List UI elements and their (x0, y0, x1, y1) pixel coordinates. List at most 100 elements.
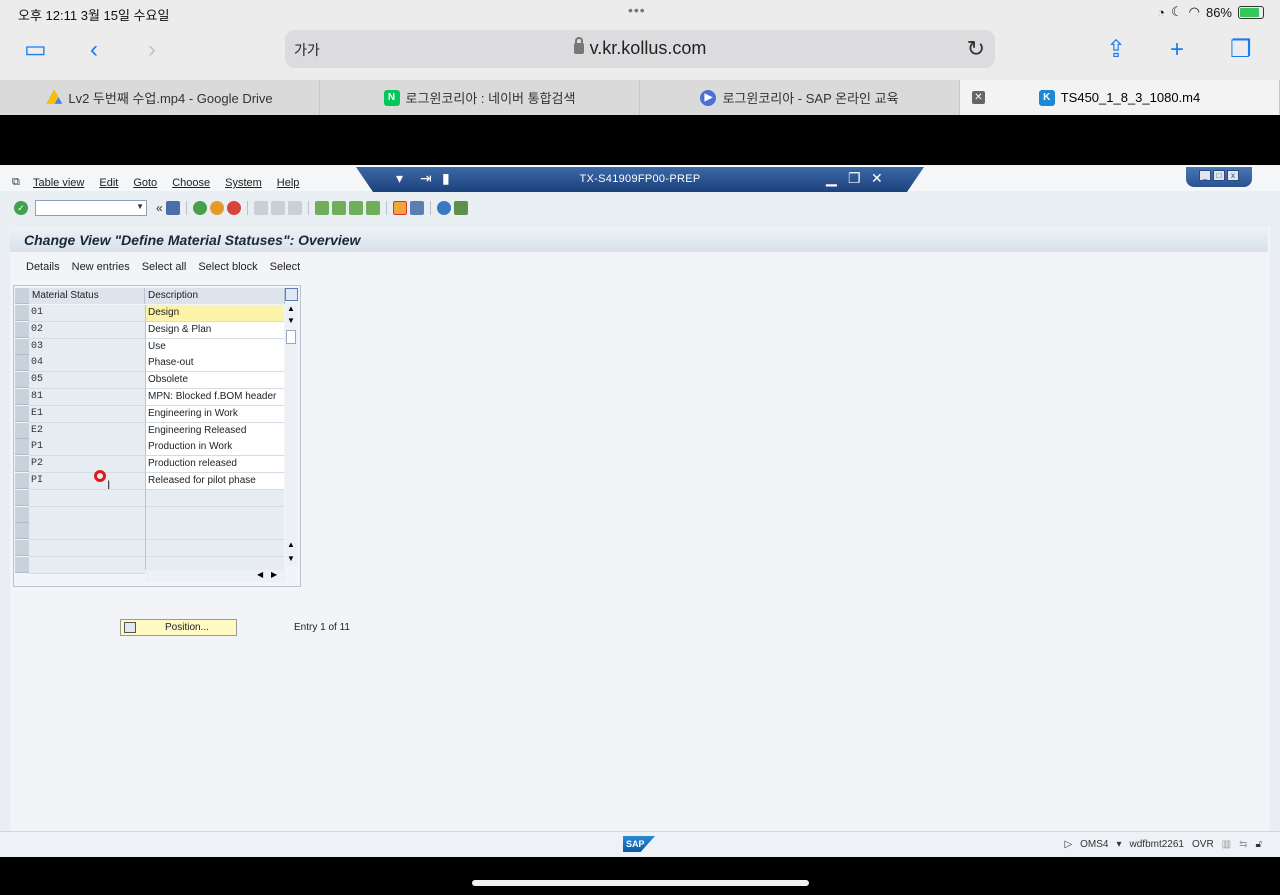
description-cell[interactable]: Design (145, 305, 284, 322)
help-icon[interactable] (436, 201, 451, 215)
row-selector[interactable] (15, 473, 29, 489)
description-cell[interactable]: Production in Work (145, 439, 284, 457)
material-status-cell[interactable]: 03 (29, 338, 145, 356)
material-status-cell[interactable]: P2 (29, 456, 145, 474)
forward-icon[interactable]: › (148, 38, 156, 62)
tabs-overview-icon[interactable]: ❐ (1230, 38, 1252, 62)
material-status-cell[interactable]: 05 (29, 372, 145, 390)
row-selector[interactable] (15, 557, 29, 573)
select-all-rows-handle[interactable] (15, 288, 29, 304)
description-cell[interactable]: Use (145, 338, 284, 356)
find-next-icon[interactable] (287, 201, 302, 215)
description-cell[interactable]: Design & Plan (145, 321, 284, 339)
back-icon[interactable] (192, 201, 207, 215)
description-cell[interactable]: Engineering Released (145, 422, 284, 440)
column-header-material-status[interactable]: Material Status (29, 288, 145, 304)
reload-icon[interactable]: ↻ (967, 36, 985, 62)
position-button[interactable]: Position... (120, 619, 237, 636)
scroll-down-icon[interactable]: ▼ (287, 316, 295, 325)
menu-icon[interactable]: ⧉ (12, 176, 20, 189)
row-selector[interactable] (15, 506, 29, 523)
material-status-cell[interactable]: E1 (29, 405, 145, 423)
row-selector[interactable] (15, 389, 29, 405)
transaction-code[interactable]: OMS4 (1080, 839, 1108, 850)
save-icon[interactable] (165, 201, 180, 215)
row-selector[interactable] (15, 523, 29, 540)
share-icon[interactable]: ⇪ (1106, 38, 1126, 62)
insert-mode[interactable]: OVR (1192, 839, 1214, 850)
row-selector[interactable] (15, 422, 29, 439)
scroll-right-icon[interactable]: ▶ (271, 570, 277, 579)
material-status-cell[interactable]: E2 (29, 422, 145, 440)
row-selector[interactable] (15, 540, 29, 557)
tab-google-drive[interactable]: Lv2 두번째 수업.mp4 - Google Drive (0, 80, 320, 115)
table-settings-icon[interactable] (285, 288, 298, 301)
last-page-icon[interactable] (365, 201, 380, 215)
material-status-cell[interactable]: P1 (29, 439, 145, 457)
material-status-cell[interactable]: 01 (29, 305, 145, 322)
cancel-icon[interactable] (226, 201, 241, 215)
multitask-dots[interactable]: ••• (628, 2, 646, 18)
description-cell[interactable]: Phase-out (145, 355, 284, 373)
scroll-up-icon[interactable]: ▲ (287, 304, 295, 313)
row-selector[interactable] (15, 355, 29, 372)
new-entries-button[interactable]: New entries (72, 261, 130, 273)
description-cell[interactable]: Obsolete (145, 372, 284, 390)
horizontal-scrollbar[interactable]: ◀ ▶ (145, 570, 285, 582)
column-header-description[interactable]: Description (145, 288, 285, 304)
tab-video[interactable]: ✕ K TS450_1_8_3_1080.m4 (960, 80, 1280, 115)
shortcut-icon[interactable] (409, 201, 424, 215)
find-icon[interactable] (270, 201, 285, 215)
back-icon[interactable]: ‹ (90, 38, 98, 62)
description-cell[interactable] (145, 540, 284, 558)
material-status-cell[interactable]: PI (29, 473, 145, 490)
details-button[interactable]: Details (26, 261, 60, 273)
command-field[interactable] (35, 200, 147, 216)
exit-icon[interactable] (209, 201, 224, 215)
scroll-up-icon[interactable]: ▲ (287, 540, 295, 549)
row-selector[interactable] (15, 338, 29, 355)
material-status-cell[interactable]: 81 (29, 389, 145, 406)
select-all-button[interactable]: Select all (142, 261, 187, 273)
description-cell[interactable] (145, 506, 284, 524)
enter-icon[interactable]: ✓ (14, 201, 28, 215)
dropdown-icon[interactable]: ▾ (1116, 839, 1121, 850)
menu-system[interactable]: System (225, 177, 262, 189)
row-selector[interactable] (15, 372, 29, 389)
close-tab-icon[interactable]: ✕ (972, 91, 985, 104)
tab-naver[interactable]: N 로그윈코리아 : 네이버 통합검색 (320, 80, 640, 115)
description-cell[interactable] (145, 523, 284, 541)
address-bar[interactable]: 가가 v.kr.kollus.com ↻ (285, 30, 995, 68)
row-selector[interactable] (15, 439, 29, 456)
first-page-icon[interactable] (314, 201, 329, 215)
minimize-icon[interactable]: _ (1199, 170, 1211, 181)
material-status-cell[interactable]: 04 (29, 355, 145, 373)
menu-help[interactable]: Help (277, 177, 300, 189)
sidebar-icon[interactable]: ▭ (24, 38, 47, 62)
new-session-icon[interactable] (392, 201, 407, 215)
description-cell[interactable]: MPN: Blocked f.BOM header (145, 389, 284, 406)
row-selector[interactable] (15, 321, 29, 338)
row-selector[interactable] (15, 305, 29, 321)
url-display[interactable]: v.kr.kollus.com (285, 37, 995, 59)
description-cell[interactable]: Engineering in Work (145, 405, 284, 423)
layout-menu-icon[interactable] (453, 201, 468, 215)
maximize-icon[interactable]: □ (1213, 170, 1225, 181)
select-block-button[interactable]: Select block (198, 261, 257, 273)
print-icon[interactable] (253, 201, 268, 215)
vertical-scrollbar[interactable]: ▲ ▼ ▲ ▼ (285, 304, 297, 566)
row-selector[interactable] (15, 456, 29, 473)
collapse-icon[interactable]: « (156, 201, 163, 215)
scroll-thumb[interactable] (286, 330, 296, 344)
play-triangle-icon[interactable]: ▷ (1064, 839, 1072, 850)
menu-edit[interactable]: Edit (99, 177, 118, 189)
description-cell[interactable]: Released for pilot phase (145, 473, 284, 490)
next-page-icon[interactable] (348, 201, 363, 215)
description-cell[interactable] (145, 489, 284, 507)
new-tab-icon[interactable]: + (1170, 38, 1184, 62)
scroll-down-icon[interactable]: ▼ (287, 554, 295, 563)
previous-page-icon[interactable] (331, 201, 346, 215)
scroll-left-icon[interactable]: ◀ (257, 570, 263, 579)
close-icon[interactable]: x (1227, 170, 1239, 181)
menu-choose[interactable]: Choose (172, 177, 210, 189)
